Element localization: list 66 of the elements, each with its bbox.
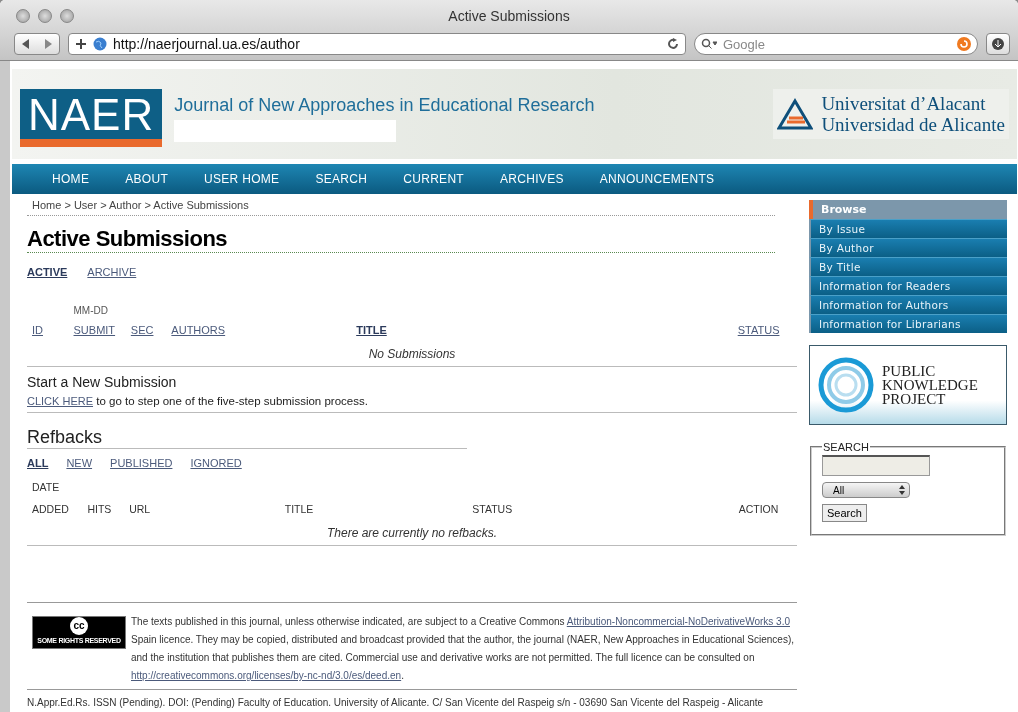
back-forward-control[interactable] (14, 33, 60, 55)
globe-icon (93, 37, 107, 51)
column-header[interactable]: ID (32, 324, 74, 336)
search-box[interactable]: Google (694, 33, 978, 55)
page-title: Active Submissions (27, 226, 775, 253)
sidebar-item[interactable]: Information for Readers (809, 276, 1007, 295)
filter-tab[interactable]: ALL (27, 457, 49, 469)
column-header: TITLE (284, 503, 315, 515)
search-field[interactable]: Google (721, 35, 953, 53)
column-header[interactable]: STATUS (737, 324, 797, 336)
column-header: URL (129, 503, 152, 515)
submission-instructions: CLICK HERE to go to step one of the five-step submission process. (27, 395, 797, 413)
column-header: ADDED (32, 503, 70, 515)
pkp-logo[interactable]: PUBLIC KNOWLEDGE PROJECT (809, 345, 1007, 425)
section-heading: Refbacks (27, 427, 467, 449)
nav-link[interactable]: HOME (52, 172, 90, 187)
nav-link[interactable]: USER HOME (204, 172, 280, 187)
search-legend: SEARCH (822, 441, 870, 453)
licence-link[interactable]: Attribution-Noncommercial-NoDerivativeWorks 3.0 (566, 616, 790, 627)
column-header: DATE (32, 481, 61, 493)
download-button[interactable] (986, 33, 1010, 55)
download-icon (992, 38, 1004, 50)
tab[interactable]: ARCHIVE (87, 266, 137, 278)
column-header: HITS (87, 503, 113, 515)
snapback-icon[interactable] (957, 37, 971, 51)
reload-icon[interactable] (667, 38, 679, 50)
column-header: MM-DD (73, 305, 109, 316)
journal-title: Journal of New Approaches in Educational Research (174, 95, 595, 116)
nav-link[interactable]: ARCHIVES (500, 172, 564, 187)
licence-text: The texts published in this journal, unless otherwise indicated, are subject to a Creative Commons Attribution-Noncommercial-NoDerivativeWorks 3.0 Spain licence. They may be copied, distributed and broadcast provided that the author, the journal (NAER, New Approaches in Educational Sciences), and the institution that publishes them are cited. Commercial use and derivative works are not permitted. The full licence can be consulted on http://creativecommons.org/licenses/by-nc-nd/3.0/es/deed.en. (131, 615, 795, 683)
sidebar-heading: Browse (809, 200, 1007, 219)
empty-message: There are currently no refbacks. (27, 515, 797, 546)
empty-message: No Submissions (27, 336, 797, 367)
search-button[interactable]: Search (822, 504, 867, 522)
window-title: Active Submissions (448, 8, 570, 24)
address-bar[interactable]: http://naerjournal.ua.es/author (68, 33, 686, 55)
sidebar-item[interactable]: By Author (809, 238, 1007, 257)
column-header[interactable]: AUTHORS (171, 324, 357, 336)
sidebar-item[interactable]: By Issue (809, 219, 1007, 238)
scope-select[interactable]: All (822, 482, 910, 498)
sidebar-item[interactable]: Information for Authors (809, 295, 1007, 314)
university-logo[interactable]: Universitat d’Alacant Universidad de Alicante (773, 89, 1009, 140)
section-heading: Start a New Submission (27, 374, 178, 390)
sidebar-item[interactable]: By Title (809, 257, 1007, 276)
nav-link[interactable]: CURRENT (403, 172, 464, 187)
sidebar-item[interactable]: Information for Librarians (809, 314, 1007, 333)
plus-icon[interactable] (75, 38, 87, 50)
column-header[interactable]: TITLE (356, 324, 738, 336)
nav-link[interactable]: ANNOUNCEMENTS (599, 172, 715, 187)
search-input[interactable] (822, 455, 930, 476)
site-logo[interactable]: NAER (20, 89, 163, 148)
column-header: STATUS (472, 503, 514, 515)
stepper-icon (899, 485, 905, 495)
click-here-link[interactable]: CLICK HERE (27, 395, 94, 407)
nav-link[interactable]: SEARCH (315, 172, 368, 187)
breadcrumb[interactable]: Home > User > Author > Active Submissions (27, 194, 775, 216)
filter-tab[interactable]: PUBLISHED (110, 457, 173, 469)
column-header[interactable]: SEC (130, 324, 172, 336)
column-header: ACTION (738, 503, 780, 515)
filter-tab[interactable]: IGNORED (190, 457, 242, 469)
footer-address: N.Appr.Ed.Rs. ISSN (Pending). DOI: (Pending) Faculty of Education. University of Alicante. C/ San Vicente del Raspeig s/n - 03690 San Vicente del Raspeig - Alicante (27, 689, 797, 712)
filter-tab[interactable]: NEW (66, 457, 93, 469)
tab[interactable]: ACTIVE (27, 266, 68, 278)
column-header[interactable]: SUBMIT (73, 324, 131, 336)
search-icon (701, 38, 717, 50)
nav-link[interactable]: ABOUT (125, 172, 169, 187)
